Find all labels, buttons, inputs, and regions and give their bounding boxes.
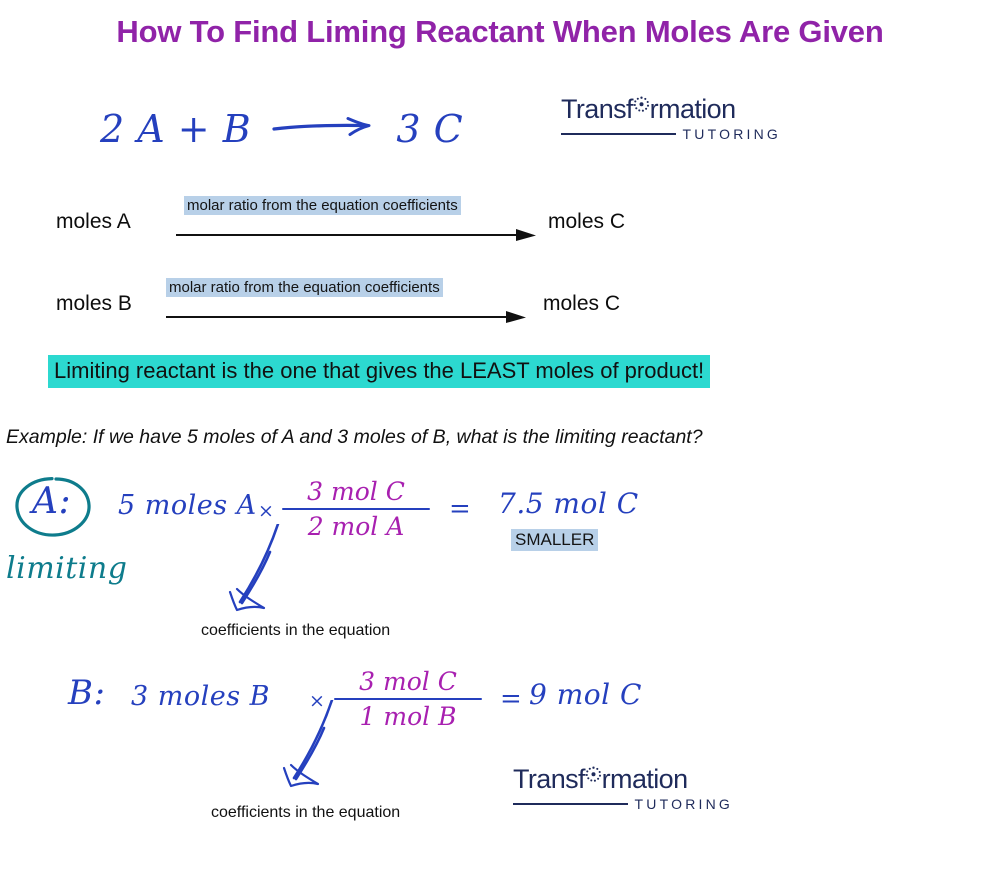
work-a-limiting-note: limiting <box>6 551 128 586</box>
brand-logo-subtitle-row: TUTORING <box>513 796 733 812</box>
conversion-b-arrow-icon <box>166 311 526 323</box>
work-a-times-symbol: × <box>258 500 275 522</box>
annotation-caption-a: coefficients in the equation <box>201 622 391 639</box>
work-b-equals-symbol: = <box>500 684 523 714</box>
conversion-b-to-label: moles C <box>543 292 621 315</box>
brand-logo-wordmark: Transf rmation <box>561 96 781 123</box>
conversion-a-arrow-group: molar ratio from the equation coefficien… <box>176 196 536 248</box>
brand-logo-rule <box>513 803 628 805</box>
brand-logo-word-after-o: rmation <box>649 94 736 124</box>
brand-logo-wordmark: Transf rmation <box>513 766 733 793</box>
work-b-molar-ratio-fraction: 3 mol C 1 mol B <box>334 668 482 731</box>
conversion-a-from-label: moles A <box>56 210 131 233</box>
conversion-b-from-label: moles B <box>56 292 132 315</box>
work-a-equals-symbol: = <box>449 494 472 524</box>
brand-logo-subtitle: TUTORING <box>682 126 781 142</box>
work-a-fraction-denominator: 2 mol A <box>307 512 405 542</box>
brand-logo-rule <box>561 133 676 135</box>
annotation-arrow-a-icon <box>228 524 280 612</box>
work-b-result: 9 mol C <box>529 678 642 711</box>
equation-arrow-icon <box>270 103 378 147</box>
conversion-row-a: moles A molar ratio from the equation co… <box>56 196 676 248</box>
conversion-a-to-label: moles C <box>548 210 626 233</box>
work-b-fraction-bar <box>334 697 482 701</box>
conversion-b-note: molar ratio from the equation coefficien… <box>166 278 443 297</box>
equation-left-side: 2 A + B <box>100 107 252 151</box>
chemical-equation: 2 A + B 3 C <box>100 103 463 151</box>
conversion-a-note: molar ratio from the equation coefficien… <box>184 196 461 215</box>
annotation-arrow-b-icon <box>282 700 334 788</box>
page-title: How To Find Liming Reactant When Moles A… <box>116 14 884 49</box>
work-a-fraction-bar <box>282 507 430 511</box>
slide-canvas: How To Find Liming Reactant When Moles A… <box>0 0 1000 875</box>
work-b-label: B: <box>68 673 106 713</box>
equation-right-side: 3 C <box>396 107 464 151</box>
work-a-label: A: <box>32 481 72 522</box>
brand-logo-subtitle: TUTORING <box>634 796 733 812</box>
brand-logo-word-before-o: Transf <box>513 764 586 794</box>
brand-logo-bottom: Transf rmation TUTORING <box>513 766 733 812</box>
brand-logo-top: Transf rmation TUTORING <box>561 96 781 142</box>
work-b-fraction-numerator: 3 mol C <box>359 667 457 696</box>
work-b-fraction-denominator: 1 mol B <box>359 702 457 732</box>
work-a-quantity: 5 moles A <box>118 490 257 521</box>
work-a-result: 7.5 mol C <box>498 487 639 520</box>
work-a-smaller-badge: SMALLER <box>511 529 599 551</box>
conversion-row-b: moles B molar ratio from the equation co… <box>56 278 676 330</box>
example-prompt: Example: If we have 5 moles of A and 3 m… <box>6 426 703 448</box>
brand-logo-word-before-o: Transf <box>561 94 634 124</box>
conversion-b-arrow-group: molar ratio from the equation coefficien… <box>166 278 526 330</box>
brand-logo-subtitle-row: TUTORING <box>561 126 781 142</box>
conversion-a-arrow-icon <box>176 229 536 241</box>
work-a-fraction-numerator: 3 mol C <box>307 477 405 506</box>
work-b-quantity: 3 moles B <box>131 681 271 712</box>
limiting-reactant-statement: Limiting reactant is the one that gives … <box>48 355 711 388</box>
work-a-molar-ratio-fraction: 3 mol C 2 mol A <box>282 478 430 541</box>
brand-logo-word-after-o: rmation <box>601 764 688 794</box>
annotation-caption-b: coefficients in the equation <box>211 804 401 821</box>
